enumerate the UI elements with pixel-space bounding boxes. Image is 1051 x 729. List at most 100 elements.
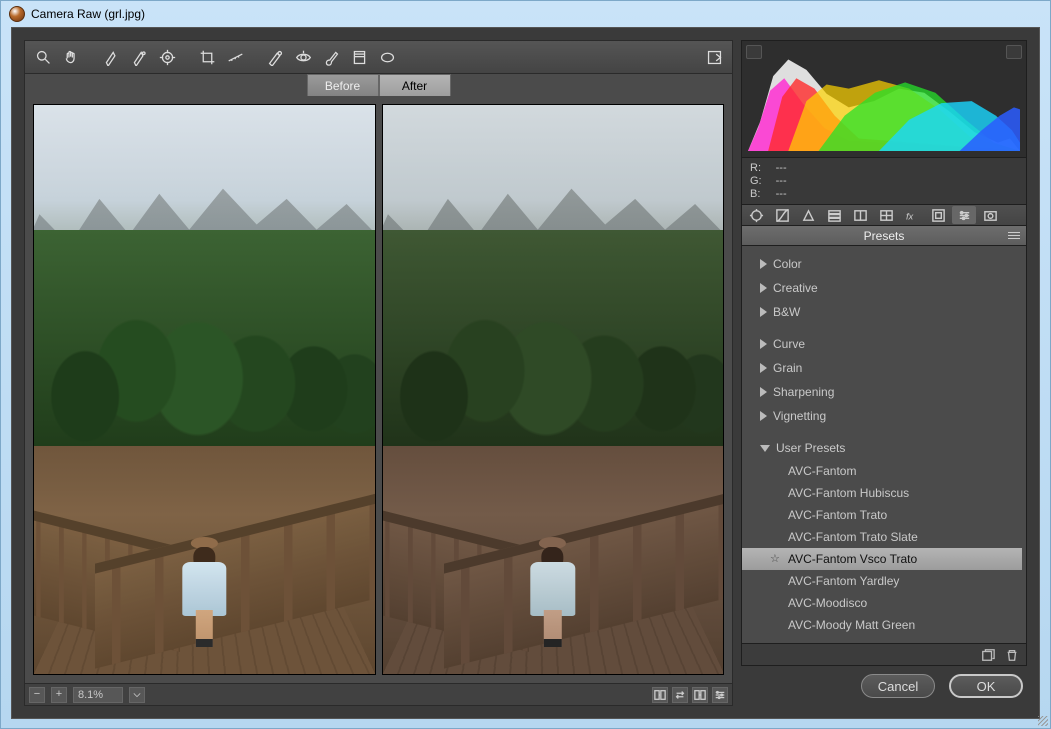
- preset-group[interactable]: Color: [742, 252, 1022, 276]
- g-value: ---: [776, 175, 787, 187]
- preset-group-user[interactable]: User Presets: [742, 436, 1022, 460]
- lens-tab-icon[interactable]: [874, 206, 898, 224]
- preset-group-label: Sharpening: [773, 385, 834, 399]
- tool-toolbar: [24, 40, 733, 74]
- preset-label: AVC-Moody Matt Green: [788, 618, 915, 632]
- preview-before[interactable]: [33, 104, 376, 675]
- preset-list[interactable]: Color Creative B&W Curve Grain Sharpening Vign…: [741, 246, 1027, 644]
- presets-tab-icon[interactable]: [952, 206, 976, 224]
- radial-filter-tool-icon[interactable]: [375, 45, 399, 69]
- color-sampler-tool-icon[interactable]: [127, 45, 151, 69]
- preset-item[interactable]: AVC-Fantom: [742, 460, 1022, 482]
- tone-curve-tab-icon[interactable]: [770, 206, 794, 224]
- g-label: G:: [750, 175, 762, 187]
- preset-group-label: Curve: [773, 337, 805, 351]
- preset-label: AVC-Fantom Trato Slate: [788, 530, 918, 544]
- client-area: Before After: [11, 27, 1040, 719]
- fx-tab-icon[interactable]: fx: [900, 206, 924, 224]
- app-icon: [9, 6, 25, 22]
- preset-group-label: User Presets: [776, 441, 845, 455]
- favorite-star-icon[interactable]: ☆: [770, 552, 780, 565]
- preset-group[interactable]: Vignetting: [742, 404, 1022, 428]
- zoom-level[interactable]: 8.1%: [73, 687, 123, 703]
- histogram[interactable]: [741, 40, 1027, 158]
- preset-group[interactable]: Sharpening: [742, 380, 1022, 404]
- basic-tab-icon[interactable]: [744, 206, 768, 224]
- target-adjust-tool-icon[interactable]: [155, 45, 179, 69]
- preset-item[interactable]: ☆ AVC-Fantom Vsco Trato: [742, 548, 1022, 570]
- cancel-button[interactable]: Cancel: [861, 674, 935, 698]
- preset-group-label: Color: [773, 257, 802, 271]
- preview-split: [24, 96, 733, 684]
- r-label: R:: [750, 162, 762, 174]
- snapshots-tab-icon[interactable]: [978, 206, 1002, 224]
- preset-item[interactable]: AVC-Moody Matt Green: [742, 614, 1022, 636]
- preset-item[interactable]: AVC-Fantom Yardley: [742, 570, 1022, 592]
- open-preferences-icon[interactable]: [702, 45, 726, 69]
- calibration-tab-icon[interactable]: [926, 206, 950, 224]
- panel-title: Presets: [864, 229, 905, 243]
- white-balance-tool-icon[interactable]: [99, 45, 123, 69]
- detail-tab-icon[interactable]: [796, 206, 820, 224]
- resize-grip[interactable]: [1034, 712, 1050, 728]
- tab-before[interactable]: Before: [307, 74, 379, 96]
- preset-group[interactable]: Curve: [742, 332, 1022, 356]
- b-label: B:: [750, 188, 762, 200]
- preset-group-label: Grain: [773, 361, 802, 375]
- swap-views-icon[interactable]: [672, 687, 688, 703]
- new-preset-icon[interactable]: [980, 647, 996, 663]
- zoom-in-button[interactable]: +: [51, 687, 67, 703]
- preset-label: AVC-Fantom Vsco Trato: [788, 552, 917, 566]
- toggle-panel-icon[interactable]: [712, 687, 728, 703]
- preset-group-label: Creative: [773, 281, 818, 295]
- copy-settings-icon[interactable]: [692, 687, 708, 703]
- window: Camera Raw (grl.jpg): [0, 0, 1051, 729]
- straighten-tool-icon[interactable]: [223, 45, 247, 69]
- right-panel: R: G: B: --- --- --- fx Presets Color Cre…: [741, 40, 1027, 706]
- zoom-menu-button[interactable]: [129, 687, 145, 703]
- compare-tabs: Before After: [24, 74, 733, 96]
- window-title: Camera Raw (grl.jpg): [31, 7, 145, 21]
- split-tone-tab-icon[interactable]: [848, 206, 872, 224]
- tab-after[interactable]: After: [379, 74, 451, 96]
- zoom-out-button[interactable]: −: [29, 687, 45, 703]
- preset-group[interactable]: Creative: [742, 276, 1022, 300]
- compare-mode-icon[interactable]: [652, 687, 668, 703]
- adjust-tabs: fx: [741, 204, 1027, 226]
- preset-label: AVC-Fantom Hubiscus: [788, 486, 909, 500]
- preset-label: AVC-Fantom Yardley: [788, 574, 899, 588]
- preview-after[interactable]: [382, 104, 725, 675]
- preset-item[interactable]: AVC-Moodisco: [742, 592, 1022, 614]
- preset-label: AVC-Fantom Trato: [788, 508, 887, 522]
- preset-group-label: B&W: [773, 305, 800, 319]
- spot-removal-tool-icon[interactable]: [263, 45, 287, 69]
- status-bar: − + 8.1%: [24, 684, 733, 706]
- crop-tool-icon[interactable]: [195, 45, 219, 69]
- preset-item[interactable]: AVC-Fantom Trato Slate: [742, 526, 1022, 548]
- panel-menu-icon[interactable]: [1006, 229, 1022, 243]
- hsl-tab-icon[interactable]: [822, 206, 846, 224]
- preset-label: AVC-Moodisco: [788, 596, 867, 610]
- delete-preset-icon[interactable]: [1004, 647, 1020, 663]
- preset-group[interactable]: Grain: [742, 356, 1022, 380]
- dialog-buttons: Cancel OK: [741, 666, 1027, 706]
- b-value: ---: [776, 188, 787, 200]
- red-eye-tool-icon[interactable]: [291, 45, 315, 69]
- zoom-tool-icon[interactable]: [31, 45, 55, 69]
- titlebar[interactable]: Camera Raw (grl.jpg): [1, 1, 1050, 27]
- adjustment-brush-tool-icon[interactable]: [319, 45, 343, 69]
- preset-item[interactable]: AVC-Fantom Trato: [742, 504, 1022, 526]
- hand-tool-icon[interactable]: [59, 45, 83, 69]
- r-value: ---: [776, 162, 787, 174]
- panel-header: Presets: [741, 226, 1027, 246]
- preset-group[interactable]: B&W: [742, 300, 1022, 324]
- ok-button[interactable]: OK: [949, 674, 1023, 698]
- preset-label: AVC-Fantom: [788, 464, 856, 478]
- svg-text:fx: fx: [905, 211, 913, 221]
- panel-footer: [741, 644, 1027, 666]
- rgb-readout: R: G: B: --- --- ---: [741, 158, 1027, 204]
- graduated-filter-tool-icon[interactable]: [347, 45, 371, 69]
- preset-item[interactable]: AVC-Fantom Hubiscus: [742, 482, 1022, 504]
- preset-group-label: Vignetting: [773, 409, 826, 423]
- preview-column: Before After: [24, 40, 733, 706]
